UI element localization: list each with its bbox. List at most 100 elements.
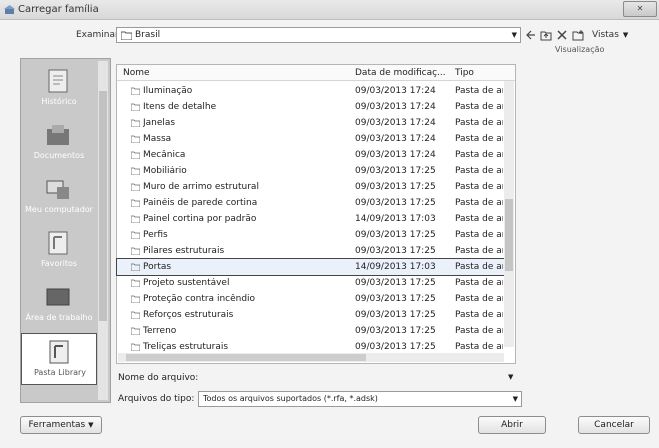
file-name: Portas xyxy=(143,262,172,272)
place-documents[interactable]: Documentos xyxy=(21,117,97,169)
folder-icon xyxy=(131,119,140,127)
file-date: 09/03/2013 17:24 xyxy=(355,134,436,144)
list-scrollbar[interactable] xyxy=(504,81,514,347)
file-date: 09/03/2013 17:25 xyxy=(355,182,436,192)
file-date: 09/03/2013 17:25 xyxy=(355,310,436,320)
folder-icon xyxy=(131,135,140,143)
list-item[interactable]: Itens de detalhe 09/03/2013 17:24 Pasta de… xyxy=(117,99,505,115)
place-computer[interactable]: Meu computador xyxy=(21,171,97,223)
chevron-down-icon: ▼ xyxy=(88,421,94,429)
file-name: Painel cortina por padrão xyxy=(143,214,257,224)
file-date: 09/03/2013 17:25 xyxy=(355,294,436,304)
file-date: 09/03/2013 17:25 xyxy=(355,326,436,336)
cancel-button[interactable]: Cancelar xyxy=(578,416,650,434)
column-name[interactable]: Nome xyxy=(123,68,150,78)
list-item[interactable]: Mecânica 09/03/2013 17:24 Pasta de ar xyxy=(117,147,505,163)
file-type: Pasta de ar xyxy=(455,214,503,224)
new-folder-icon[interactable] xyxy=(572,29,584,41)
back-icon[interactable] xyxy=(524,29,536,41)
folder-icon xyxy=(131,167,140,175)
list-item[interactable]: Painéis de parede cortina 09/03/2013 17:2… xyxy=(117,195,505,211)
tools-button[interactable]: Ferramentas ▼ xyxy=(20,416,102,434)
file-type: Pasta de ar xyxy=(455,182,503,192)
place-history[interactable]: Histórico xyxy=(21,63,97,115)
folder-icon xyxy=(131,279,140,287)
file-list: Nome Data de modificaç... Tipo Iluminaçã… xyxy=(116,64,516,364)
delete-icon[interactable] xyxy=(556,29,568,41)
filename-label: Nome do arquivo: xyxy=(118,373,199,383)
list-item[interactable]: Mobiliário 09/03/2013 17:25 Pasta de ar xyxy=(117,163,505,179)
window-title: Carregar família xyxy=(18,4,99,15)
folder-icon xyxy=(131,199,140,207)
place-label: Área de trabalho xyxy=(25,313,93,322)
views-menu[interactable]: Vistas xyxy=(592,30,619,40)
folder-icon xyxy=(131,87,140,95)
list-item[interactable]: Iluminação 09/03/2013 17:24 Pasta de ar xyxy=(117,83,505,99)
folder-icon xyxy=(131,263,140,271)
list-item[interactable]: Pilares estruturais 09/03/2013 17:25 Pasta… xyxy=(117,243,505,259)
list-item[interactable]: Portas 14/09/2013 17:03 Pasta de ar xyxy=(116,258,506,276)
file-name: Painéis de parede cortina xyxy=(143,198,258,208)
list-item[interactable]: Muro de arrimo estrutural 09/03/2013 17:2… xyxy=(117,179,505,195)
up-folder-icon[interactable] xyxy=(540,29,552,41)
filetype-select[interactable]: Todos os arquivos suportados (*.rfa, *.a… xyxy=(198,391,522,407)
list-item[interactable]: Janelas 09/03/2013 17:24 Pasta de ar xyxy=(117,115,505,131)
list-item[interactable]: Painel cortina por padrão 14/09/2013 17:0… xyxy=(117,211,505,227)
file-type: Pasta de ar xyxy=(455,294,503,304)
open-button[interactable]: Abrir xyxy=(478,416,546,434)
lookin-combo[interactable]: Brasil ▼ xyxy=(116,27,521,43)
scrollbar-thumb[interactable] xyxy=(126,354,366,361)
file-type: Pasta de ar xyxy=(455,278,503,288)
place-library[interactable]: Pasta Library xyxy=(21,333,97,385)
file-name: Muro de arrimo estrutural xyxy=(143,182,259,192)
place-desktop[interactable]: Área de trabalho xyxy=(21,279,97,331)
library-icon xyxy=(49,340,69,364)
file-type: Pasta de ar xyxy=(455,326,503,336)
column-type[interactable]: Tipo xyxy=(455,68,474,78)
file-date: 14/09/2013 17:03 xyxy=(355,262,436,272)
filetype-value: Todos os arquivos suportados (*.rfa, *.a… xyxy=(203,394,378,403)
folder-icon xyxy=(131,247,140,255)
file-type: Pasta de ar xyxy=(455,134,503,144)
file-name: Janelas xyxy=(143,118,176,128)
place-label: Favoritos xyxy=(40,259,78,268)
file-type: Pasta de ar xyxy=(455,230,503,240)
places-scrollbar[interactable] xyxy=(98,61,108,400)
title-bar: Carregar família ✕ xyxy=(0,0,659,20)
column-date[interactable]: Data de modificaç... xyxy=(355,68,446,78)
file-name: Projeto sustentável xyxy=(143,278,230,288)
horizontal-scrollbar[interactable] xyxy=(118,353,504,362)
close-button[interactable]: ✕ xyxy=(623,1,657,17)
folder-icon xyxy=(131,183,140,191)
list-item[interactable]: Terreno 09/03/2013 17:25 Pasta de ar xyxy=(117,323,505,339)
place-label: Documentos xyxy=(33,151,85,160)
list-item[interactable]: Massa 09/03/2013 17:24 Pasta de ar xyxy=(117,131,505,147)
place-favorites[interactable]: Favoritos xyxy=(21,225,97,277)
file-name: Mobiliário xyxy=(143,166,187,176)
file-type: Pasta de ar xyxy=(455,198,503,208)
list-item[interactable]: Reforços estruturais 09/03/2013 17:25 Past… xyxy=(117,307,505,323)
scrollbar-thumb[interactable] xyxy=(99,91,107,321)
scrollbar-thumb[interactable] xyxy=(505,199,513,271)
file-name: Iluminação xyxy=(143,86,193,96)
file-name: Massa xyxy=(143,134,172,144)
file-name: Pilares estruturais xyxy=(143,246,225,256)
chevron-down-icon[interactable]: ▼ xyxy=(623,31,628,39)
file-date: 09/03/2013 17:25 xyxy=(355,166,436,176)
folder-icon xyxy=(131,327,140,335)
file-name: Perfis xyxy=(143,230,168,240)
list-item[interactable]: Proteção contra incêndio 09/03/2013 17:25… xyxy=(117,291,505,307)
file-type: Pasta de ar xyxy=(455,166,503,176)
file-type: Pasta de ar xyxy=(455,246,503,256)
list-item[interactable]: Perfis 09/03/2013 17:25 Pasta de ar xyxy=(117,227,505,243)
list-item[interactable]: Projeto sustentável 09/03/2013 17:25 Pasta… xyxy=(117,275,505,291)
desktop-icon xyxy=(46,288,70,306)
folder-icon xyxy=(121,31,132,40)
chevron-down-icon[interactable]: ▼ xyxy=(508,373,513,381)
lookin-label: Examinar: xyxy=(76,30,122,40)
file-date: 09/03/2013 17:25 xyxy=(355,198,436,208)
place-label: Meu computador xyxy=(25,205,93,214)
file-date: 09/03/2013 17:25 xyxy=(355,230,436,240)
history-icon xyxy=(48,69,68,93)
file-date: 09/03/2013 17:24 xyxy=(355,102,436,112)
